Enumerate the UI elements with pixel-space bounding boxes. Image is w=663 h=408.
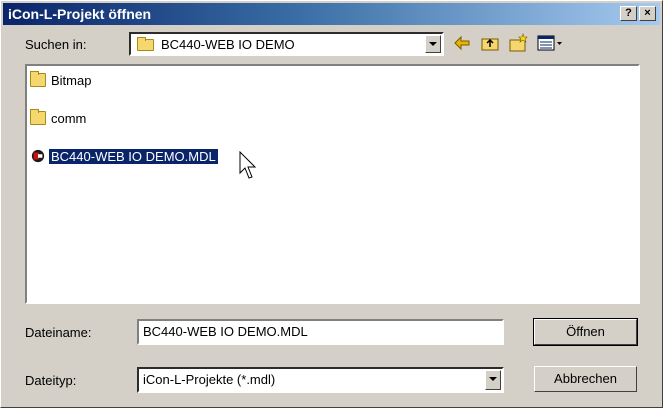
chevron-down-icon[interactable] (425, 35, 441, 53)
open-button[interactable]: Öffnen (533, 318, 638, 346)
filename-label: Dateiname: (25, 325, 92, 340)
close-button[interactable]: × (639, 6, 656, 21)
back-icon[interactable] (451, 32, 473, 54)
file-list[interactable]: Bitmap comm BC440-WEB IO DEMO.MDL (25, 64, 640, 304)
lookin-label: Suchen in: (25, 37, 87, 52)
file-name: comm (51, 111, 87, 126)
help-button[interactable]: ? (620, 6, 637, 21)
mouse-pointer-icon (239, 151, 257, 179)
title-bar[interactable]: iCon-L-Projekt öffnen ? × (3, 3, 660, 25)
filetype-value: iCon-L-Projekte (*.mdl) (143, 372, 276, 387)
folder-icon (30, 71, 46, 87)
filetype-dropdown[interactable]: iCon-L-Projekte (*.mdl) (137, 367, 504, 393)
cancel-button[interactable]: Abbrechen (534, 366, 637, 392)
filename-value: BC440-WEB IO DEMO.MDL (143, 324, 308, 339)
folder-open-icon (137, 37, 154, 51)
folder-icon (30, 109, 46, 125)
filename-input[interactable]: BC440-WEB IO DEMO.MDL (137, 319, 504, 345)
new-folder-icon[interactable] (507, 32, 529, 54)
window-title: iCon-L-Projekt öffnen (8, 6, 152, 22)
file-name: Bitmap (51, 73, 92, 88)
chevron-down-icon[interactable] (485, 370, 501, 390)
up-folder-icon[interactable] (479, 32, 501, 54)
file-name: BC440-WEB IO DEMO.MDL (49, 149, 218, 164)
view-menu-icon[interactable] (535, 32, 565, 54)
lookin-dropdown[interactable]: BC440-WEB IO DEMO (129, 32, 444, 56)
filetype-label: Dateityp: (25, 373, 77, 388)
lookin-value: BC440-WEB IO DEMO (161, 37, 295, 52)
open-project-dialog: iCon-L-Projekt öffnen ? × Suchen in: BC4… (0, 0, 663, 408)
project-file-icon (31, 149, 45, 163)
